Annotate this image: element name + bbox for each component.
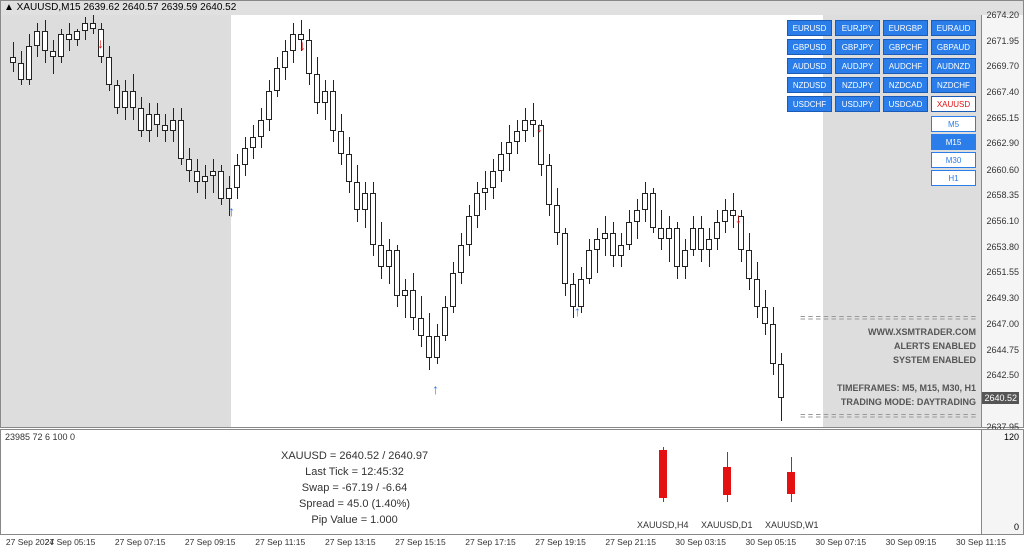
info-pip: Pip Value = 1.000 [281,512,428,528]
tf-btn-m30[interactable]: M30 [931,152,976,168]
info-system: SYSTEM ENABLED [893,355,976,365]
chart-title: ▲ XAUUSD,M15 2639.62 2640.57 2639.59 264… [4,2,236,13]
symbol-btn-audjpy[interactable]: AUDJPY [835,58,880,74]
symbol-panel: EURUSDEURJPYEURGBPEURAUD GBPUSDGBPJPYGBPC… [787,20,976,188]
info-divider-top: = = = = = = = = = = = = = = = = = = = = … [800,313,976,323]
symbol-btn-usdchf[interactable]: USDCHF [787,96,832,112]
info-pair: XAUUSD = 2640.52 / 2640.97 [281,448,428,464]
tf-btn-m5[interactable]: M5 [931,116,976,132]
sell-arrow-icon: ↓ [536,119,543,135]
symbol-btn-nzdusd[interactable]: NZDUSD [787,77,832,93]
info-site: WWW.XSMTRADER.COM [868,327,976,337]
symbol-btn-audchf[interactable]: AUDCHF [883,58,928,74]
indicator-panel: 23985 72 6 100 0 120 0 XAUUSD = 2640.52 … [0,429,1024,535]
symbol-btn-audnzd[interactable]: AUDNZD [931,58,976,74]
symbol-btn-gbpusd[interactable]: GBPUSD [787,39,832,55]
info-spread: Spread = 45.0 (1.40%) [281,496,428,512]
symbol-btn-euraud[interactable]: EURAUD [931,20,976,36]
info-divider-bot: = = = = = = = = = = = = = = = = = = = = … [800,411,976,421]
sell-arrow-icon: ↓ [299,37,306,53]
symbol-btn-audusd[interactable]: AUDUSD [787,58,832,74]
info-swap: Swap = -67.19 / -6.64 [281,480,428,496]
symbol-btn-usdcad[interactable]: USDCAD [883,96,928,112]
symbol-btn-eurusd[interactable]: EURUSD [787,20,832,36]
symbol-btn-nzdcad[interactable]: NZDCAD [883,77,928,93]
info-mode: TRADING MODE: DAYTRADING [841,397,976,407]
time-axis: 27 Sep 202427 Sep 05:1527 Sep 07:1527 Se… [0,535,1024,553]
symbol-btn-gbpchf[interactable]: GBPCHF [883,39,928,55]
info-tick: Last Tick = 12:45:32 [281,464,428,480]
mtf-d1: XAUUSD,D1 [701,442,751,532]
tf-btn-h1[interactable]: H1 [931,170,976,186]
info-alerts: ALERTS ENABLED [894,341,976,351]
symbol-btn-nzdjpy[interactable]: NZDJPY [835,77,880,93]
symbol-btn-gbpjpy[interactable]: GBPJPY [835,39,880,55]
symbol-btn-eurgbp[interactable]: EURGBP [883,20,928,36]
buy-arrow-icon: ↑ [432,381,439,397]
info-center: XAUUSD = 2640.52 / 2640.97 Last Tick = 1… [281,448,428,528]
symbol-btn-gbpaud[interactable]: GBPAUD [931,39,976,55]
mtf-w1: XAUUSD,W1 [765,442,815,532]
symbol-btn-eurjpy[interactable]: EURJPY [835,20,880,36]
indicator-yaxis: 120 0 [981,430,1023,534]
buy-arrow-icon: ↑ [574,303,581,319]
mtf-h4: XAUUSD,H4 [637,442,687,532]
info-timeframes: TIMEFRAMES: M5, M15, M30, H1 [837,383,976,393]
main-chart-panel: ▲ XAUUSD,M15 2639.62 2640.57 2639.59 264… [0,0,1024,428]
symbol-btn-nzdchf[interactable]: NZDCHF [931,77,976,93]
symbol-btn-xauusd[interactable]: XAUUSD [931,96,976,112]
buy-arrow-icon: ↑ [228,203,235,219]
tf-btn-m15[interactable]: M15 [931,134,976,150]
price-axis: 2674.202671.952669.702667.402665.152662.… [981,15,1023,427]
sell-arrow-icon: ↓ [735,210,742,226]
indicator-title: 23985 72 6 100 0 [5,432,75,442]
sell-arrow-icon: ↓ [97,35,104,51]
symbol-btn-usdjpy[interactable]: USDJPY [835,96,880,112]
